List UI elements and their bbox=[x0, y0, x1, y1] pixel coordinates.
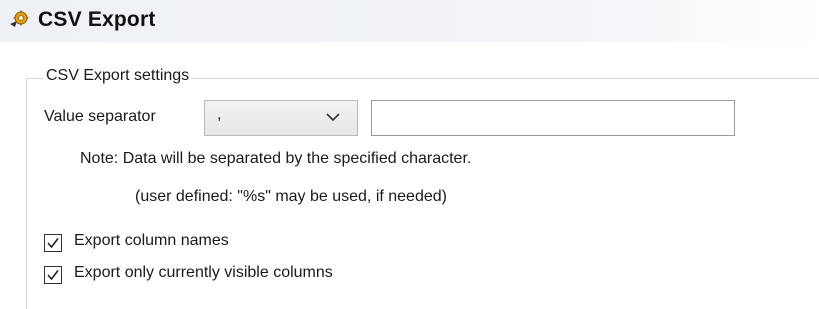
separator-select[interactable]: , bbox=[204, 100, 358, 136]
export-gear-icon bbox=[10, 10, 29, 27]
note-line-2: (user defined: "%s" may be used, if need… bbox=[135, 188, 447, 205]
chevron-down-icon bbox=[326, 113, 340, 122]
separator-select-value: , bbox=[217, 106, 222, 123]
export-visible-columns-checkbox[interactable] bbox=[44, 266, 62, 284]
checkmark-icon bbox=[47, 270, 59, 281]
page-title: CSV Export bbox=[38, 8, 156, 31]
export-visible-columns-option[interactable]: Export only currently visible columns bbox=[44, 264, 464, 288]
export-column-names-option[interactable]: Export column names bbox=[44, 232, 444, 256]
separator-custom-input[interactable] bbox=[371, 100, 735, 136]
section-header: CSV Export bbox=[0, 0, 819, 42]
export-column-names-checkbox[interactable] bbox=[44, 234, 62, 252]
checkmark-icon bbox=[47, 238, 59, 249]
group-title: CSV Export settings bbox=[43, 67, 193, 85]
value-separator-label: Value separator bbox=[44, 108, 156, 125]
export-visible-columns-label: Export only currently visible columns bbox=[74, 264, 333, 281]
export-column-names-label: Export column names bbox=[74, 232, 229, 249]
note-line-1: Note: Data will be separated by the spec… bbox=[80, 150, 472, 167]
